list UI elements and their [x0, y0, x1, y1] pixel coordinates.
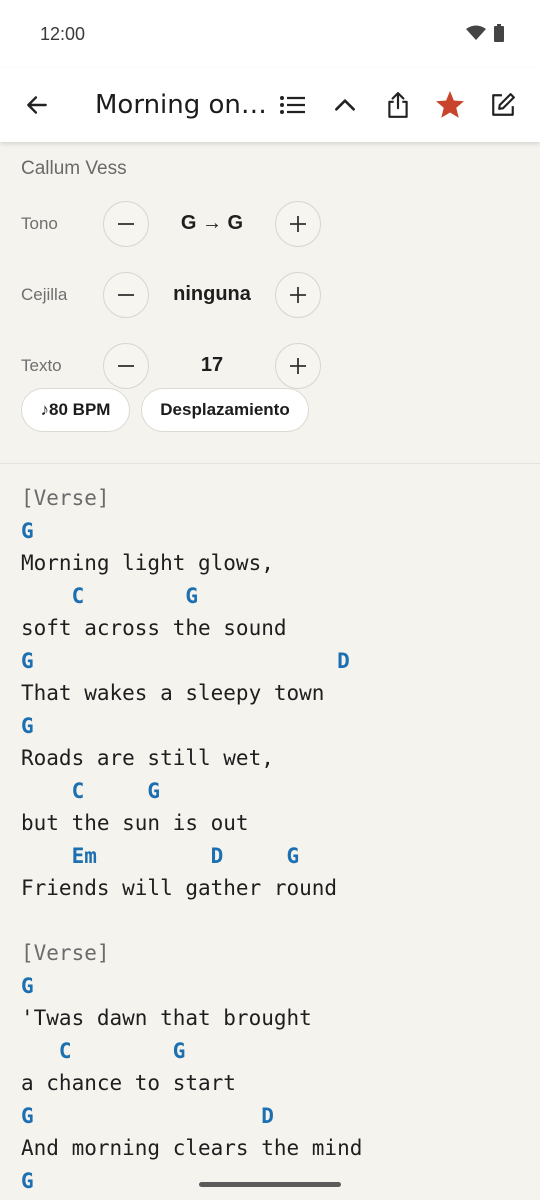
- share-icon: [388, 92, 408, 118]
- chords-line: G D: [21, 1103, 274, 1128]
- autoscroll-chip[interactable]: Desplazamiento: [141, 388, 309, 432]
- lyric-line: Morning light glows,: [21, 551, 274, 575]
- plus-icon: [290, 358, 306, 374]
- text-size-label: Texto: [21, 356, 62, 375]
- key-decrease-button[interactable]: [103, 201, 149, 247]
- chords-line: G: [21, 713, 34, 738]
- lyric-line: Friends will gather round: [21, 876, 338, 900]
- key-control: Tono G → G: [21, 200, 321, 248]
- page-title: Morning on t…: [95, 90, 267, 120]
- arrow-back-icon: [27, 96, 47, 114]
- collapse-button[interactable]: [323, 83, 367, 127]
- song-controls: Callum Vess Tono G → G Cejilla ninguna T…: [0, 142, 540, 464]
- lyric-line: Roads are still wet,: [21, 746, 274, 770]
- share-button[interactable]: [376, 83, 420, 127]
- lyric-line: That wakes a sleepy town: [21, 681, 325, 705]
- lyric-line: soft across the sound: [21, 616, 287, 640]
- plus-icon: [290, 287, 306, 303]
- key-label: Tono: [21, 214, 58, 233]
- lyric-line: And morning clears the mind: [21, 1136, 363, 1160]
- lyric-line: but the sun is out: [21, 811, 249, 835]
- list-icon: [280, 96, 305, 114]
- section-line: [Verse]: [21, 941, 110, 965]
- capo-label: Cejilla: [21, 285, 68, 304]
- minus-icon: [118, 294, 134, 296]
- minus-icon: [118, 365, 134, 367]
- chords-line: G D: [21, 648, 350, 673]
- app-bar: Morning on t…: [0, 68, 540, 142]
- key-increase-button[interactable]: [275, 201, 321, 247]
- favorite-button[interactable]: [428, 83, 472, 127]
- capo-control: Cejilla ninguna: [21, 271, 321, 319]
- wifi-icon: [466, 25, 486, 40]
- battery-icon: [494, 24, 504, 42]
- lyric-line: 'Twas dawn that brought: [21, 1006, 312, 1030]
- status-icons: [466, 24, 504, 42]
- edit-button[interactable]: [481, 83, 525, 127]
- sections-list-button[interactable]: [271, 83, 315, 127]
- chord-sheet: [Verse] G Morning light glows, C G soft acr…: [21, 482, 540, 1197]
- home-indicator[interactable]: [199, 1182, 341, 1187]
- key-value: G → G: [180, 212, 244, 234]
- status-time: 12:00: [40, 24, 86, 44]
- edit-icon: [492, 93, 515, 116]
- star-icon: [436, 91, 464, 118]
- chords-line: G: [21, 518, 34, 543]
- chords-line: G: [21, 973, 34, 998]
- plus-icon: [290, 216, 306, 232]
- chords-line: Em D G: [21, 843, 300, 868]
- lyric-line: a chance to start: [21, 1071, 236, 1095]
- back-button[interactable]: [15, 83, 59, 127]
- status-bar: 12:00: [0, 0, 540, 68]
- chords-line: C G: [21, 1038, 186, 1063]
- capo-decrease-button[interactable]: [103, 272, 149, 318]
- section-line: [Verse]: [21, 486, 110, 510]
- capo-value: ninguna: [173, 283, 251, 305]
- bpm-chip[interactable]: ♪80 BPM: [21, 388, 130, 432]
- text-size-decrease-button[interactable]: [103, 343, 149, 389]
- capo-increase-button[interactable]: [275, 272, 321, 318]
- chevron-up-icon: [335, 99, 355, 111]
- text-size-increase-button[interactable]: [275, 343, 321, 389]
- text-size-control: Texto 17: [21, 342, 321, 390]
- artist-name: Callum Vess: [21, 158, 127, 179]
- chords-line: C G: [21, 778, 161, 803]
- chords-line: G: [21, 1168, 34, 1193]
- minus-icon: [118, 223, 134, 225]
- chords-line: C G: [21, 583, 199, 608]
- text-size-value: 17: [200, 354, 224, 376]
